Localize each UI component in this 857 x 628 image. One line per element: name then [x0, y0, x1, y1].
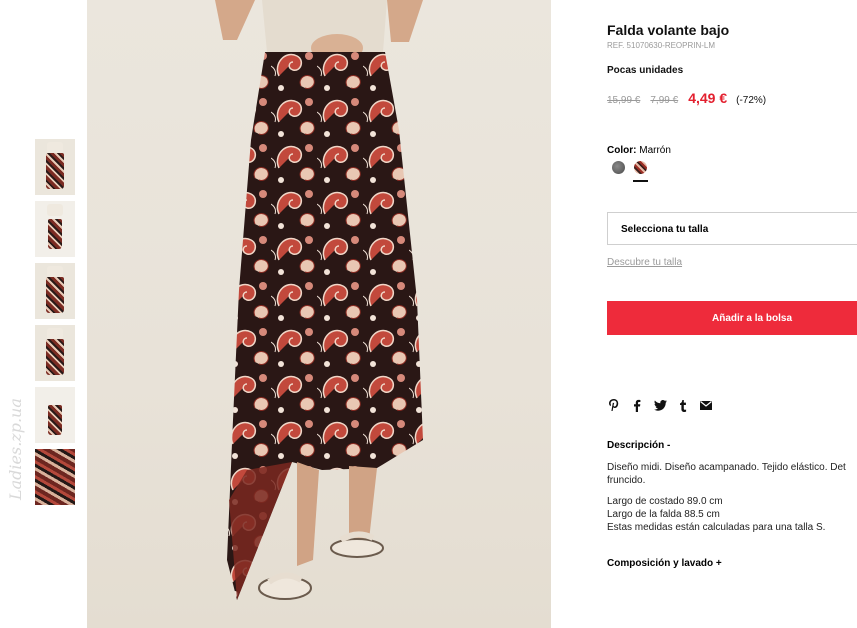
- measurements: Largo de costado 89.0 cm Largo de la fal…: [607, 495, 825, 534]
- add-to-bag-button[interactable]: Añadir a la bolsa: [607, 301, 857, 335]
- description-line-2: fruncido.: [607, 475, 646, 486]
- facebook-icon[interactable]: [630, 398, 644, 412]
- email-icon[interactable]: [699, 398, 713, 412]
- color-label-row: Color: Marrón: [607, 145, 671, 156]
- stock-status: Pocas unidades: [607, 65, 684, 76]
- measure-note: Estas medidas están calculadas para una …: [607, 522, 826, 533]
- price-block: 15,99 € 7,99 € 4,49 € (-72%): [607, 90, 766, 106]
- size-select[interactable]: Selecciona tu talla: [607, 212, 857, 245]
- measure-side-length: Largo de costado 89.0 cm: [607, 496, 723, 507]
- share-icons: [607, 398, 713, 412]
- measure-skirt-length: Largo de la falda 88.5 cm: [607, 509, 720, 520]
- size-guide-link[interactable]: Descubre tu talla: [607, 257, 682, 268]
- thumbnail-4[interactable]: [35, 325, 75, 381]
- thumbnail-3[interactable]: [35, 263, 75, 319]
- twitter-icon[interactable]: [653, 398, 667, 412]
- price-current: 4,49 €: [688, 90, 728, 106]
- color-swatch-brown[interactable]: [634, 161, 647, 174]
- color-label: Color:: [607, 145, 637, 156]
- thumbnail-5[interactable]: [35, 387, 75, 443]
- selected-swatch-indicator: [633, 180, 648, 182]
- description-text: Diseño midi. Diseño acampanado. Tejido e…: [607, 461, 857, 487]
- tumblr-icon[interactable]: [676, 398, 690, 412]
- product-title: Falda volante bajo: [607, 22, 730, 38]
- description-line-1: Diseño midi. Diseño acampanado. Tejido e…: [607, 462, 846, 473]
- thumbnail-gallery: [35, 139, 75, 511]
- thumbnail-2[interactable]: [35, 201, 75, 257]
- color-swatch-grey[interactable]: [612, 161, 625, 174]
- composition-heading[interactable]: Composición y lavado +: [607, 558, 722, 569]
- color-value: Marrón: [639, 145, 671, 156]
- product-main-image[interactable]: [87, 0, 551, 628]
- thumbnail-6[interactable]: [35, 449, 75, 505]
- pinterest-icon[interactable]: [607, 398, 621, 412]
- product-photo: [215, 0, 423, 600]
- description-heading[interactable]: Descripción -: [607, 440, 670, 451]
- product-reference: REF. 51070630-REOPRIN-LM: [607, 41, 716, 50]
- thumbnail-1[interactable]: [35, 139, 75, 195]
- watermark: Ladies.zp.ua: [6, 398, 25, 500]
- price-original: 15,99 €: [607, 95, 641, 106]
- price-previous: 7,99 €: [650, 95, 679, 106]
- discount-badge: (-72%): [736, 95, 767, 106]
